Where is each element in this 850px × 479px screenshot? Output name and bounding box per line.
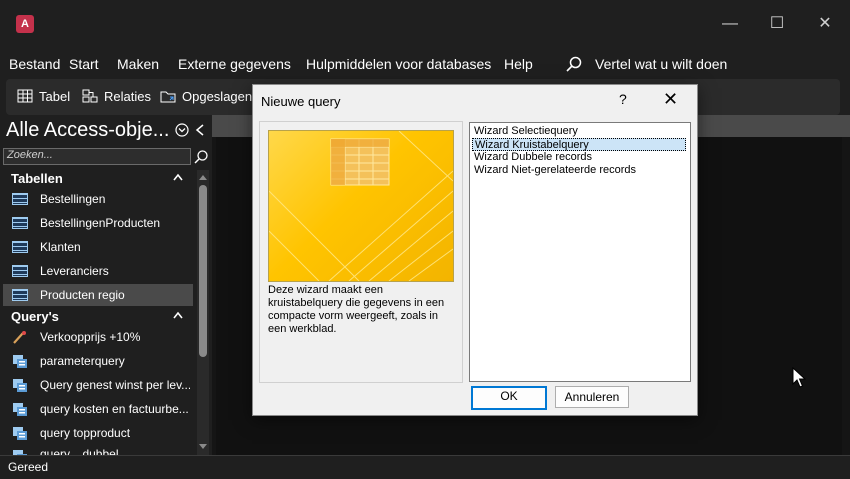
update-query-icon (13, 331, 26, 344)
nav-item-bestellingen[interactable]: Bestellingen (3, 188, 193, 210)
crosstab-illustration (269, 131, 453, 281)
access-logo-icon: A (16, 15, 34, 33)
group-label-tabellen: Tabellen (11, 171, 63, 186)
list-item-kruistabelquery[interactable]: Wizard Kruistabelquery (472, 138, 686, 151)
list-item-niet-gerelateerde[interactable]: Wizard Niet-gerelateerde records (472, 164, 686, 177)
table-icon (12, 241, 28, 253)
table-icon (17, 89, 33, 103)
menu-start[interactable]: Start (69, 56, 99, 72)
saved-imports-icon (160, 91, 176, 103)
table-icon (12, 193, 28, 205)
query-icon (13, 427, 27, 440)
scroll-up-icon[interactable] (198, 173, 208, 181)
minimize-button[interactable]: — (715, 10, 745, 38)
nav-item-leveranciers[interactable]: Leveranciers (3, 260, 193, 282)
nav-item-query-topproduct[interactable]: query topproduct (3, 422, 193, 444)
menu-bestand[interactable]: Bestand (9, 56, 60, 72)
ribbon-relaties-label: Relaties (104, 88, 151, 104)
nav-item-label: Bestellingen (40, 192, 106, 206)
wizard-preview-panel: Deze wizard maakt een kruistabelquery di… (259, 121, 463, 383)
status-bar (0, 455, 850, 479)
nav-item-label: Leveranciers (40, 264, 109, 278)
nav-item-label: Verkoopprijs +10% (40, 330, 141, 344)
maximize-button[interactable]: ☐ (762, 10, 792, 38)
table-icon (12, 289, 28, 301)
query-icon (13, 379, 27, 392)
collapse-group-icon[interactable] (173, 311, 183, 319)
dialog-close-button[interactable]: ✕ (663, 89, 678, 110)
ribbon-relaties-button[interactable]: Relaties (82, 88, 151, 104)
group-header-tabellen[interactable]: Tabellen (3, 169, 193, 189)
query-icon (13, 403, 27, 416)
mouse-pointer-icon (792, 367, 806, 388)
search-icon[interactable] (566, 56, 582, 72)
scroll-down-icon[interactable] (198, 443, 208, 451)
ribbon-opgeslagen-label: Opgeslagen e (182, 88, 263, 104)
nav-item-label: query... dubbel... (40, 447, 129, 455)
relationships-icon (82, 89, 98, 103)
menu-maken[interactable]: Maken (117, 56, 159, 72)
nav-search-icon[interactable] (193, 149, 209, 165)
collapse-pane-icon[interactable] (195, 124, 205, 136)
wizard-description: Deze wizard maakt een kruistabelquery di… (268, 284, 445, 335)
ribbon-opgeslagen-button[interactable]: Opgeslagen e (160, 88, 263, 104)
nav-item-label: query topproduct (40, 426, 131, 440)
nav-item-query-kosten[interactable]: query kosten en factuurbe... (3, 398, 193, 420)
group-label-querys: Query's (11, 309, 59, 324)
nav-menu-chevron-icon[interactable] (175, 123, 189, 137)
collapse-group-icon[interactable] (173, 173, 183, 181)
new-query-dialog: Nieuwe query ? ✕ Deze wizard maakt een k… (252, 84, 698, 416)
status-text: Gereed (8, 460, 49, 474)
nav-item-parameterquery[interactable]: parameterquery (3, 350, 193, 372)
nav-item-label: Query genest winst per lev... (40, 378, 190, 392)
nav-scroll-thumb[interactable] (199, 185, 207, 357)
crosstab-preview-image (268, 130, 454, 282)
ok-button[interactable]: OK (471, 386, 547, 410)
nav-item-producten-regio[interactable]: Producten regio (3, 284, 193, 306)
query-icon (13, 355, 27, 368)
dialog-title: Nieuwe query (261, 94, 341, 109)
menu-externe-gegevens[interactable]: Externe gegevens (178, 56, 291, 72)
list-item-selectiequery[interactable]: Wizard Selectiequery (472, 125, 686, 138)
table-icon (12, 217, 28, 229)
cancel-button[interactable]: Annuleren (555, 386, 629, 408)
help-button[interactable]: ? (619, 91, 627, 107)
ribbon-tabel-label: Tabel (39, 88, 71, 104)
nav-item-partial[interactable]: query... dubbel... (3, 446, 193, 455)
nav-item-bestellingenproducten[interactable]: BestellingenProducten (3, 212, 193, 234)
menu-help[interactable]: Help (504, 56, 533, 72)
nav-item-label: parameterquery (40, 354, 125, 368)
table-icon (12, 265, 28, 277)
nav-item-label: Producten regio (40, 288, 125, 302)
nav-item-query-genest[interactable]: Query genest winst per lev... (3, 374, 193, 396)
group-header-querys[interactable]: Query's (3, 307, 193, 327)
wizard-list[interactable]: Wizard Selectiequery Wizard Kruistabelqu… (469, 122, 691, 382)
ribbon-tabel-button[interactable]: Tabel (17, 88, 70, 104)
tell-me-search[interactable]: Vertel wat u wilt doen (595, 56, 727, 72)
nav-item-label: BestellingenProducten (40, 216, 161, 230)
nav-item-label: Klanten (40, 240, 81, 254)
nav-pane-title[interactable]: Alle Access-obje... (6, 119, 169, 142)
close-window-button[interactable]: ✕ (810, 10, 840, 38)
nav-item-label: query kosten en factuurbe... (40, 402, 189, 416)
menu-hulpmiddelen[interactable]: Hulpmiddelen voor databases (306, 56, 491, 72)
nav-item-verkoopprijs[interactable]: Verkoopprijs +10% (3, 326, 193, 348)
list-item-dubbele-records[interactable]: Wizard Dubbele records (472, 151, 686, 164)
nav-item-klanten[interactable]: Klanten (3, 236, 193, 258)
nav-search-input[interactable]: Zoeken... (3, 148, 191, 165)
